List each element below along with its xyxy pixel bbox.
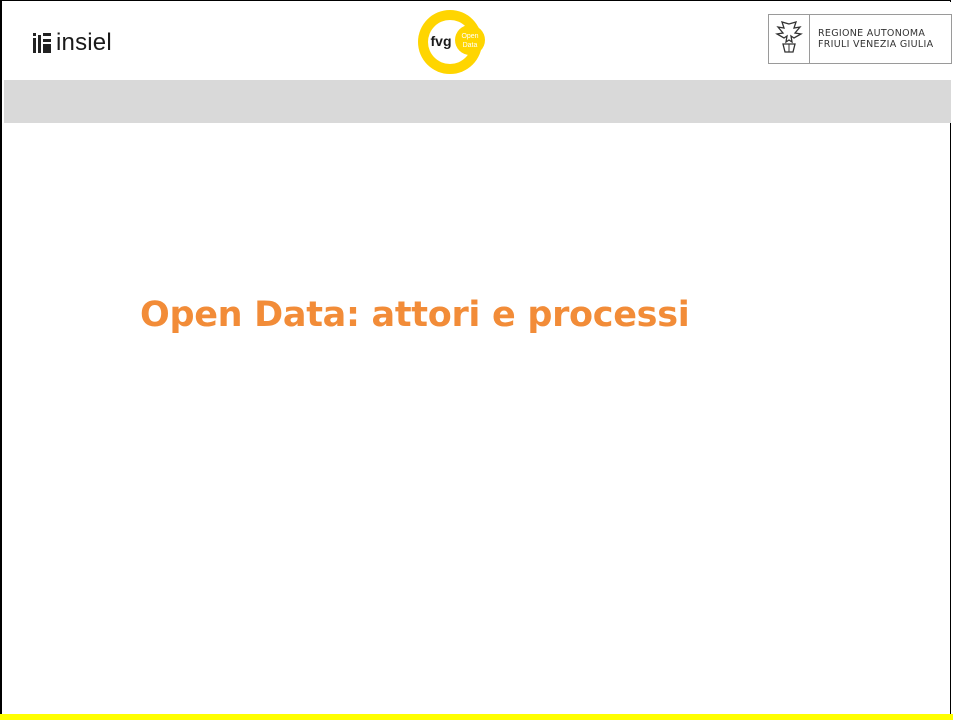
slide-title: Open Data: attori e processi [140, 295, 690, 335]
fvg-logo-main: fvg [431, 33, 452, 49]
regione-line1: REGIONE AUTONOMA [818, 28, 926, 39]
insiel-logo: insiel [32, 28, 112, 58]
slide: insiel fvg Open Data REGIONE AUTONOMA FR… [0, 0, 952, 718]
header-band [4, 80, 951, 123]
slide-header: insiel fvg Open Data REGIONE AUTONOMA FR… [4, 2, 952, 80]
regione-line2: FRIULI VENEZIA GIULIA [818, 39, 934, 50]
eagle-emblem-icon [769, 15, 810, 63]
regione-logo: REGIONE AUTONOMA FRIULI VENEZIA GIULIA [768, 14, 952, 64]
fvg-logo-badge-line1: Open [461, 33, 478, 40]
insiel-mark-icon [33, 33, 51, 53]
insiel-logo-text: insiel [56, 29, 112, 56]
fvg-logo-badge-line2: Data [463, 42, 478, 49]
regione-logo-text: REGIONE AUTONOMA FRIULI VENEZIA GIULIA [810, 28, 933, 50]
bottom-accent-bar [0, 714, 953, 720]
fvg-open-data-logo: fvg Open Data [408, 6, 498, 78]
